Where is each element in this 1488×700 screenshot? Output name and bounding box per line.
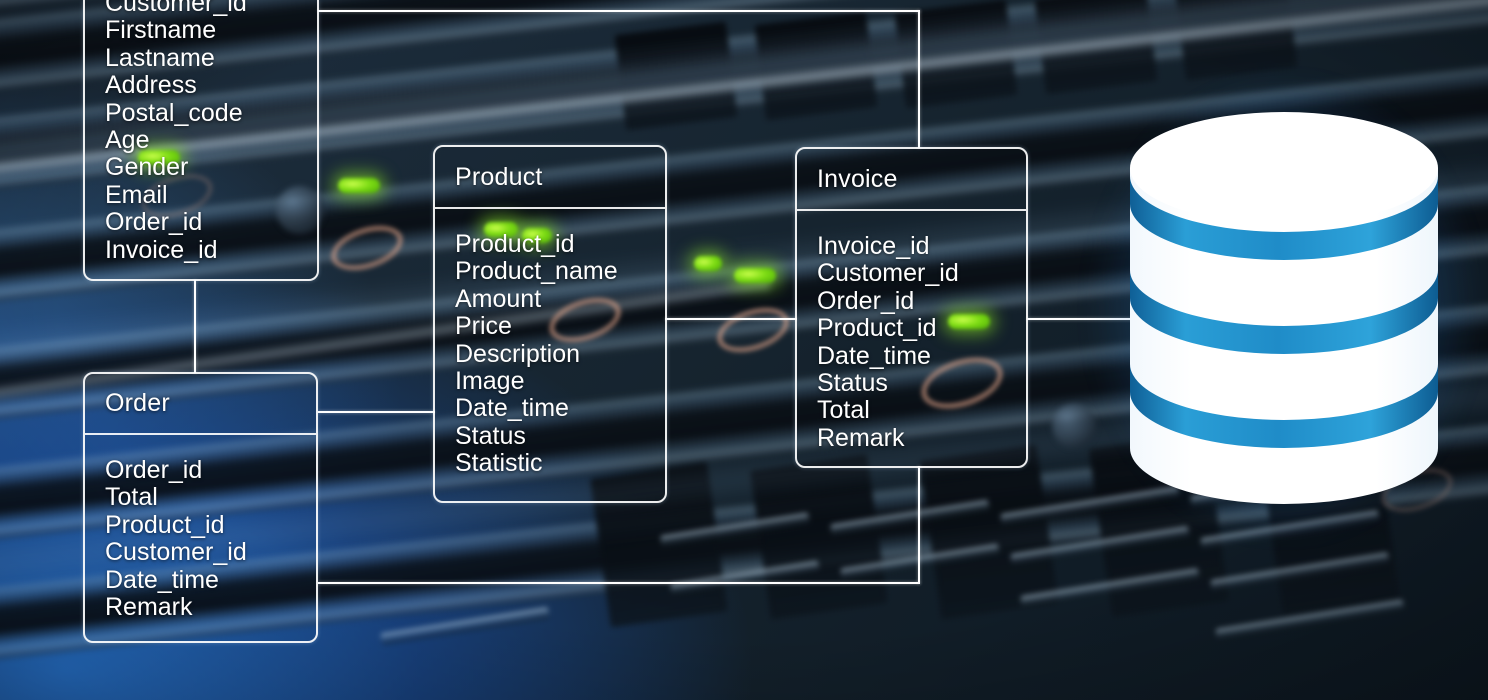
field-row: Firstname	[105, 16, 217, 45]
field-row: Product_id	[817, 314, 937, 343]
er-diagram-screenshot: Customer_id Firstname Lastname Address P…	[0, 0, 1488, 700]
entity-customer[interactable]: Customer_id Firstname Lastname Address P…	[83, 0, 319, 281]
field-row: Price	[455, 312, 512, 341]
field-row: Remark	[105, 593, 193, 622]
field-row: Amount	[455, 284, 542, 313]
entity-product[interactable]: Product Product_id Product_name Amount P…	[433, 145, 667, 503]
field-row: Order_id	[817, 286, 915, 315]
entity-order[interactable]: Order Order_id Total Product_id Customer…	[83, 372, 318, 643]
connector-order-product-horizontal	[318, 411, 435, 413]
entity-order-fields: Order_id Total Product_id Customer_id Da…	[85, 435, 316, 637]
entity-invoice[interactable]: Invoice Invoice_id Customer_id Order_id …	[795, 147, 1028, 468]
field-row: Customer_id	[105, 0, 247, 17]
field-row: Invoice_id	[817, 232, 930, 260]
connector-customer-invoice-horizontal	[318, 10, 920, 12]
database-cylinder-svg	[1130, 112, 1438, 504]
field-row: Gender	[105, 153, 189, 182]
entity-customer-fields: Customer_id Firstname Lastname Address P…	[85, 0, 317, 280]
field-row: Order_id	[105, 208, 203, 237]
field-row: Age	[105, 126, 150, 155]
database-cylinder-icon[interactable]	[1090, 78, 1478, 538]
field-row: Total	[817, 396, 870, 425]
connector-customer-invoice-vertical	[918, 10, 920, 148]
entity-order-title: Order	[85, 374, 316, 435]
field-row: Order_id	[105, 456, 203, 484]
entity-product-fields: Product_id Product_name Amount Price Des…	[435, 209, 665, 494]
entity-invoice-title: Invoice	[797, 149, 1026, 211]
connector-order-invoice-vertical	[918, 466, 920, 584]
connector-customer-order-vertical	[194, 280, 196, 373]
field-row: Status	[455, 421, 526, 450]
field-row: Date_time	[817, 341, 931, 370]
field-row: Invoice_id	[105, 235, 218, 264]
field-row: Product_id	[455, 230, 575, 258]
field-row: Date_time	[105, 565, 219, 594]
field-row: Lastname	[105, 43, 215, 72]
field-row: Postal_code	[105, 98, 243, 127]
entity-invoice-fields: Invoice_id Customer_id Order_id Product_…	[797, 211, 1026, 468]
field-row: Email	[105, 180, 168, 209]
field-row: Status	[817, 369, 888, 398]
field-row: Date_time	[455, 394, 569, 423]
field-row: Statistic	[455, 449, 543, 478]
entity-product-title: Product	[435, 147, 665, 209]
field-row: Total	[105, 483, 158, 512]
field-row: Description	[455, 339, 581, 368]
field-row: Address	[105, 71, 197, 100]
connector-product-invoice-horizontal	[665, 318, 797, 320]
field-row: Customer_id	[105, 538, 247, 567]
er-diagram-overlay: Customer_id Firstname Lastname Address P…	[0, 0, 1488, 700]
connector-order-invoice-horizontal	[318, 582, 920, 584]
field-row: Customer_id	[817, 259, 959, 288]
field-row: Product_name	[455, 257, 618, 286]
field-row: Product_id	[105, 510, 225, 539]
field-row: Image	[455, 367, 525, 396]
field-row: Remark	[817, 423, 905, 452]
